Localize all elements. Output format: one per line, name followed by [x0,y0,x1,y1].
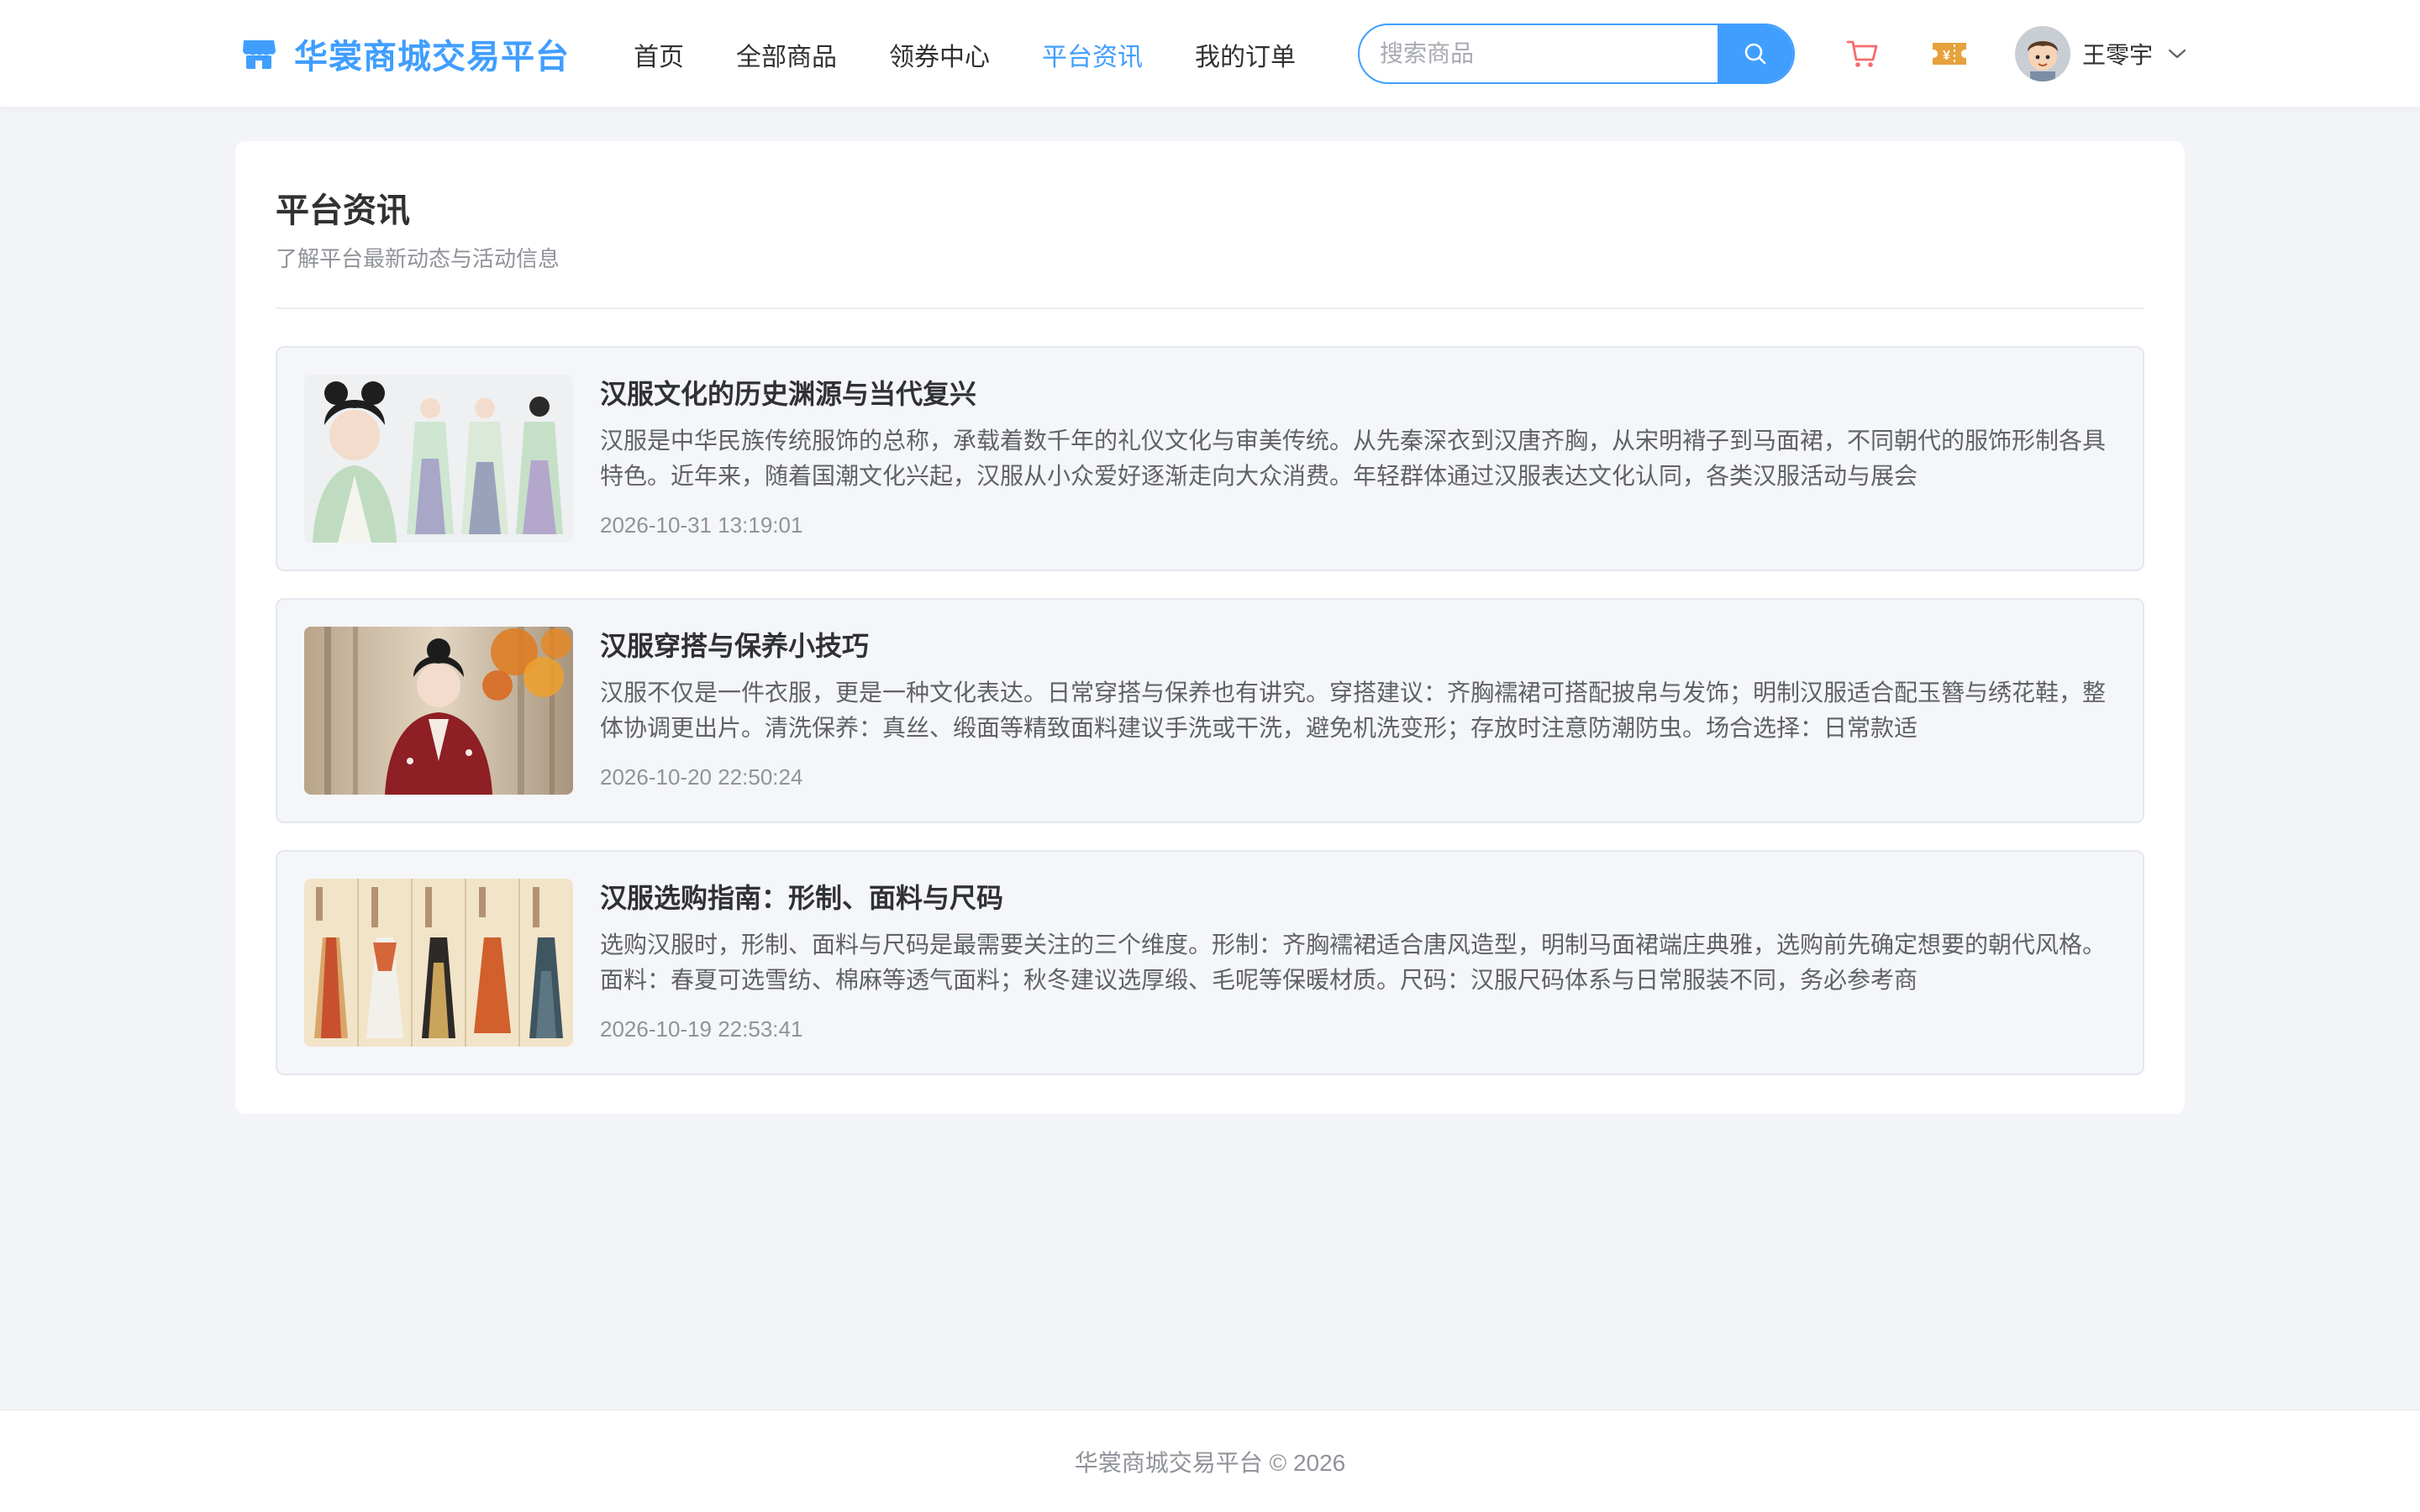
coupon-button[interactable]: ¥ [1928,32,1971,76]
search-button[interactable] [1718,25,1793,82]
chevron-down-icon [2168,49,2186,59]
news-thumbnail [304,879,573,1047]
news-thumbnail [304,627,573,795]
top-header: 华裳商城交易平台 首页 全部商品 领券中心 平台资讯 我的订单 搜索商品 ¥ 王… [0,0,2420,108]
news-summary: 汉服不仅是一件衣服，更是一种文化表达。日常穿搭与保养也有讲究。穿搭建议：齐胸襦裙… [600,680,2107,741]
cart-icon [1846,40,1878,67]
logo[interactable]: 华裳商城交易平台 [240,30,570,77]
news-thumbnail [304,375,573,543]
cart-button[interactable] [1840,32,1884,76]
logo-text: 华裳商城交易平台 [294,39,570,76]
news-summary: 汉服是中华民族传统服饰的总称，承载着数千年的礼仪文化与审美传统。从先秦深衣到汉唐… [600,428,2107,489]
nav-all-products[interactable]: 全部商品 [736,36,837,73]
news-item[interactable]: 汉服穿搭与保养小技巧 汉服不仅是一件衣服，更是一种文化表达。日常穿搭与保养也有讲… [276,598,2144,823]
coupon-icon: ¥ [1933,43,1966,65]
username: 王零宇 [2082,42,2154,68]
svg-text:¥: ¥ [1943,49,1950,63]
nav-platform-news[interactable]: 平台资讯 [1042,36,1143,73]
nav-my-orders[interactable]: 我的订单 [1195,36,1296,73]
user-menu[interactable]: 王零宇 [2015,25,2186,82]
news-summary: 选购汉服时，形制、面料与尺码是最需要关注的三个维度。形制：齐胸襦裙适合唐风造型，… [600,932,2107,993]
search-icon [1744,43,1766,65]
news-panel: 平台资讯 了解平台最新动态与活动信息 汉服文化的历史渊源与当代复兴 汉服是中华民… [235,141,2185,1114]
nav-coupon-center[interactable]: 领券中心 [889,36,990,73]
footer-copyright: 华裳商城交易平台 © 2026 [1074,1449,1346,1476]
search-input[interactable] [1360,25,1718,82]
footer: 华裳商城交易平台 © 2026 [0,1410,2420,1512]
news-date: 2026-10-31 13:19:01 [600,512,803,538]
store-icon [243,40,276,69]
page-subtitle: 了解平台最新动态与活动信息 [276,246,560,271]
news-title: 汉服文化的历史渊源与当代复兴 [600,379,977,409]
search-box [1358,24,1795,84]
news-item[interactable]: 汉服选购指南：形制、面料与尺码 选购汉服时，形制、面料与尺码是最需要关注的三个维… [276,850,2144,1075]
nav-home[interactable]: 首页 [634,36,684,73]
news-date: 2026-10-20 22:50:24 [600,764,803,790]
divider [276,307,2144,309]
news-item[interactable]: 汉服文化的历史渊源与当代复兴 汉服是中华民族传统服饰的总称，承载着数千年的礼仪文… [276,346,2144,571]
main-nav: 首页 全部商品 领券中心 平台资讯 我的订单 [634,34,1348,76]
news-date: 2026-10-19 22:53:41 [600,1016,803,1042]
page-title: 平台资讯 [276,192,410,229]
avatar [2015,26,2070,81]
news-title: 汉服穿搭与保养小技巧 [600,631,870,661]
news-title: 汉服选购指南：形制、面料与尺码 [600,883,1004,913]
page: 华裳商城交易平台 首页 全部商品 领券中心 平台资讯 我的订单 搜索商品 ¥ 王… [0,0,2420,1512]
